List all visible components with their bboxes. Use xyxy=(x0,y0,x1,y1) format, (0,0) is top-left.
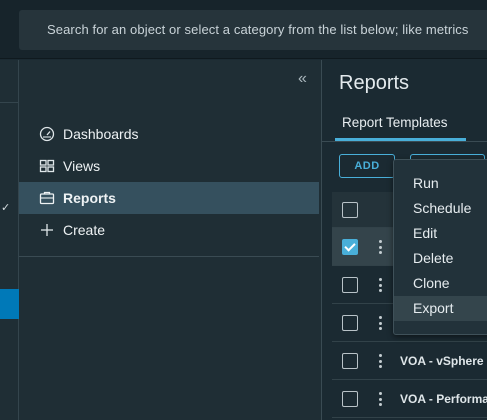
row-checkbox[interactable] xyxy=(342,391,358,407)
dashboard-icon xyxy=(39,126,55,142)
nav-item-label: Dashboards xyxy=(63,126,139,142)
nav-item-label: Views xyxy=(63,158,101,174)
kebab-menu-icon[interactable] xyxy=(377,277,383,293)
top-bar: Search for an object or select a categor… xyxy=(0,0,487,59)
nav-item-label: Reports xyxy=(63,190,116,206)
nav-item-reports[interactable]: Reports xyxy=(19,182,319,214)
kebab-menu-icon[interactable] xyxy=(377,239,383,255)
menu-item-clone[interactable]: Clone xyxy=(394,271,487,296)
left-side-strip: ✓ xyxy=(0,60,19,420)
kebab-menu-icon[interactable] xyxy=(377,315,383,331)
row-name: VOA - vSphere xyxy=(400,354,484,368)
row-checkbox[interactable] xyxy=(342,277,358,293)
nav-list: Dashboards Views Reports Create xyxy=(19,118,319,246)
plus-icon xyxy=(39,222,55,238)
kebab-menu-icon[interactable] xyxy=(377,391,383,407)
collapse-panel-icon[interactable]: « xyxy=(298,71,314,87)
menu-item-run[interactable]: Run xyxy=(394,171,487,196)
secondary-nav-panel: « Dashboards Views Reports Create xyxy=(19,60,322,420)
select-all-checkbox[interactable] xyxy=(342,202,358,218)
reports-icon xyxy=(39,190,55,206)
menu-item-schedule[interactable]: Schedule xyxy=(394,196,487,221)
row-name: VOA - Performa xyxy=(400,392,487,406)
checkmark-icon: ✓ xyxy=(1,202,11,214)
strip-divider xyxy=(0,102,19,103)
row-checkbox[interactable] xyxy=(342,315,358,331)
table-row[interactable]: VOA - Performa xyxy=(332,380,487,418)
menu-item-export[interactable]: Export xyxy=(394,296,487,321)
menu-item-edit[interactable]: Edit xyxy=(394,221,487,246)
row-checkbox[interactable] xyxy=(342,353,358,369)
nav-divider xyxy=(19,256,319,257)
add-button[interactable]: ADD xyxy=(339,154,395,178)
search-placeholder: Search for an object or select a categor… xyxy=(47,22,469,37)
views-icon xyxy=(39,158,55,174)
kebab-menu-icon[interactable] xyxy=(377,353,383,369)
tab-report-templates[interactable]: Report Templates xyxy=(342,115,448,130)
global-search-input[interactable]: Search for an object or select a categor… xyxy=(19,10,487,50)
row-checkbox[interactable] xyxy=(342,239,358,255)
nav-item-label: Create xyxy=(63,222,106,238)
nav-item-dashboards[interactable]: Dashboards xyxy=(19,118,319,150)
tabs-divider xyxy=(322,141,487,142)
nav-item-views[interactable]: Views xyxy=(19,150,319,182)
nav-item-create[interactable]: Create xyxy=(19,214,319,246)
selected-indicator xyxy=(0,289,19,319)
row-actions-menu: Run Schedule Edit Delete Clone Export xyxy=(393,159,487,335)
menu-item-delete[interactable]: Delete xyxy=(394,246,487,271)
table-row[interactable]: VOA - vSphere xyxy=(332,342,487,380)
page-title: Reports xyxy=(339,72,410,94)
